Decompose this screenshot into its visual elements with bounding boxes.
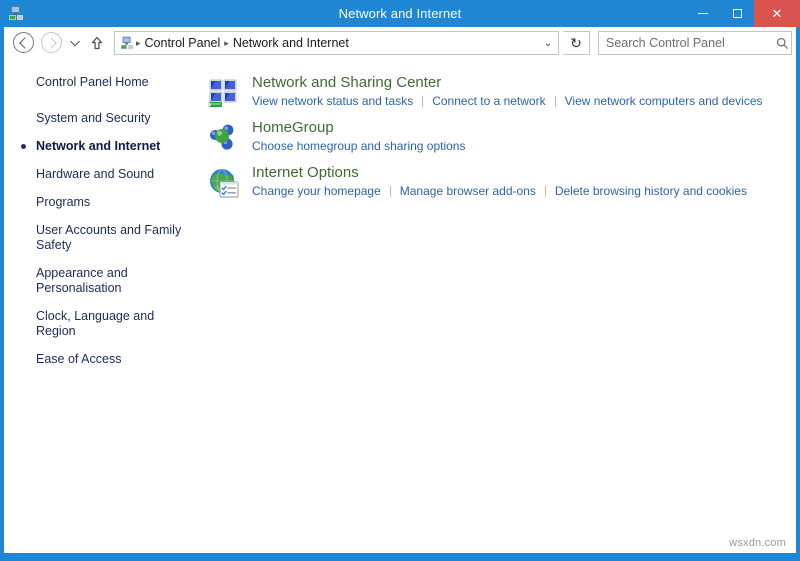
sidebar-item-control-panel-home[interactable]: Control Panel Home [4, 75, 204, 90]
sidebar-item-label: Control Panel Home [36, 75, 149, 89]
arrow-up-icon [91, 36, 103, 50]
minimize-icon [686, 0, 720, 27]
window-title: Network and Internet [338, 6, 462, 21]
navigation-toolbar: ▸ Control Panel ▸ Network and Internet ⌄… [4, 27, 796, 59]
sidebar-item-label: Appearance and Personalisation [36, 266, 128, 295]
network-sharing-center-icon [208, 77, 240, 109]
close-button[interactable]: ✕ [754, 0, 800, 27]
link-connect-to-a-network[interactable]: Connect to a network [432, 93, 545, 109]
title-bar: Network and Internet ✕ [0, 0, 800, 27]
sidebar-item-appearance-and-personalisation[interactable]: Appearance and Personalisation [4, 266, 204, 296]
link-view-network-status-and-tasks[interactable]: View network status and tasks [252, 93, 413, 109]
back-arrow-icon [13, 32, 34, 53]
sidebar-item-label: User Accounts and Family Safety [36, 223, 182, 252]
maximize-button[interactable] [720, 0, 754, 27]
current-item-bullet-icon [21, 144, 26, 149]
search-box[interactable] [598, 31, 792, 55]
category-network-and-sharing-center: Network and Sharing Center View network … [204, 73, 796, 113]
category-title[interactable]: HomeGroup [252, 118, 334, 137]
category-links: View network status and tasks Connect to… [252, 93, 796, 109]
recent-locations-button[interactable] [66, 31, 84, 55]
category-list: Network and Sharing Center View network … [204, 59, 796, 553]
search-icon [771, 37, 793, 50]
sidebar: Control Panel Home System and Security N… [4, 59, 204, 553]
category-title[interactable]: Internet Options [252, 163, 359, 182]
forward-button[interactable] [40, 31, 64, 55]
back-button[interactable] [12, 31, 36, 55]
category-title[interactable]: Network and Sharing Center [252, 73, 441, 92]
refresh-icon: ↻ [570, 34, 582, 51]
sidebar-item-network-and-internet[interactable]: Network and Internet [4, 139, 204, 154]
sidebar-item-clock-language-and-region[interactable]: Clock, Language and Region [4, 309, 204, 339]
sidebar-item-programs[interactable]: Programs [4, 195, 204, 210]
category-links: Change your homepage Manage browser add-… [252, 183, 796, 199]
category-homegroup: HomeGroup Choose homegroup and sharing o… [204, 118, 796, 158]
refresh-button[interactable]: ↻ [563, 31, 590, 55]
maximize-icon [720, 0, 754, 27]
link-manage-browser-add-ons[interactable]: Manage browser add-ons [400, 183, 536, 199]
sidebar-item-label: Ease of Access [36, 352, 122, 366]
category-internet-options: Internet Options Change your homepage Ma… [204, 163, 796, 203]
watermark: wsxdn.com [729, 537, 786, 549]
content-area: Control Panel Home System and Security N… [4, 59, 796, 553]
breadcrumb-separator: ▸ [136, 37, 141, 48]
link-view-network-computers-and-devices[interactable]: View network computers and devices [565, 93, 763, 109]
link-separator [544, 185, 546, 197]
control-panel-icon [119, 35, 135, 51]
homegroup-icon [208, 122, 240, 154]
breadcrumb-item-network-and-internet[interactable]: Network and Internet [230, 36, 352, 50]
sidebar-item-label: System and Security [36, 111, 151, 125]
address-bar[interactable]: ▸ Control Panel ▸ Network and Internet ⌄ [114, 31, 559, 55]
window-controls: ✕ [686, 0, 800, 27]
link-delete-browsing-history-and-cookies[interactable]: Delete browsing history and cookies [555, 183, 747, 199]
link-choose-homegroup-and-sharing-options[interactable]: Choose homegroup and sharing options [252, 138, 465, 154]
link-separator [389, 185, 391, 197]
up-level-button[interactable] [88, 31, 106, 55]
sidebar-item-label: Network and Internet [36, 139, 161, 153]
sidebar-item-system-and-security[interactable]: System and Security [4, 111, 204, 126]
sidebar-item-hardware-and-sound[interactable]: Hardware and Sound [4, 167, 204, 182]
address-dropdown-icon[interactable]: ⌄ [538, 38, 558, 49]
control-panel-window: Network and Internet ✕ ▸ Control Panel ▸… [0, 0, 800, 561]
sidebar-item-label: Hardware and Sound [36, 167, 155, 181]
sidebar-item-user-accounts-and-family-safety[interactable]: User Accounts and Family Safety [4, 223, 204, 253]
link-change-your-homepage[interactable]: Change your homepage [252, 183, 381, 199]
forward-arrow-icon [41, 32, 62, 53]
category-links: Choose homegroup and sharing options [252, 138, 796, 154]
close-icon: ✕ [771, 6, 783, 21]
chevron-down-icon [70, 36, 80, 47]
sidebar-item-label: Clock, Language and Region [36, 309, 155, 338]
breadcrumb-item-control-panel[interactable]: Control Panel [142, 36, 224, 50]
link-separator [422, 95, 424, 107]
search-input[interactable] [599, 36, 771, 50]
link-separator [554, 95, 556, 107]
internet-options-icon [208, 167, 240, 199]
sidebar-item-ease-of-access[interactable]: Ease of Access [4, 352, 204, 367]
sidebar-item-label: Programs [36, 195, 91, 209]
minimize-button[interactable] [686, 0, 720, 27]
breadcrumb-separator: ▸ [224, 37, 229, 48]
